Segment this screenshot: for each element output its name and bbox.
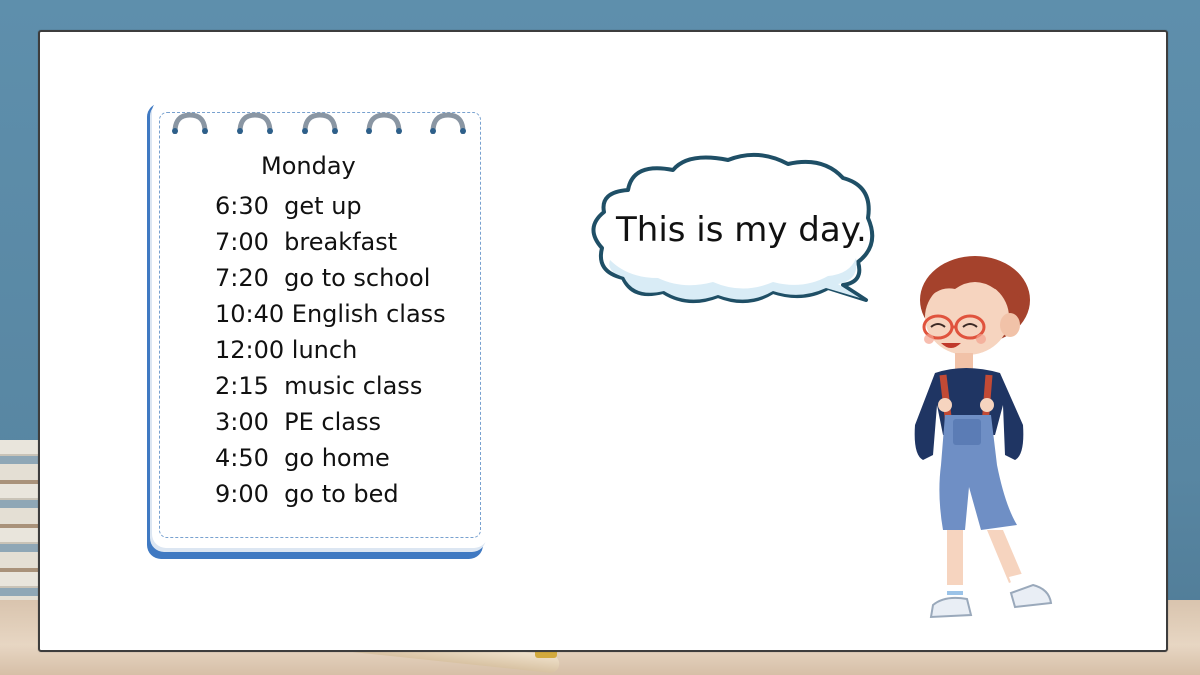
schedule-item: 7:00 breakfast: [215, 228, 398, 256]
schedule-item: 4:50 go home: [215, 444, 390, 472]
schedule-item: 9:00 go to bed: [215, 480, 399, 508]
schedule-title: Monday: [261, 152, 356, 180]
speech-bubble-text: This is my day.: [616, 210, 867, 250]
schedule-item: 6:30 get up: [215, 192, 362, 220]
schedule-list: 6:30 get up 7:00 breakfast 7:20 go to sc…: [215, 188, 446, 512]
boy-illustration: [914, 256, 1053, 619]
schedule-item: 2:15 music class: [215, 372, 423, 400]
schedule-item: 10:40 English class: [215, 300, 446, 328]
binder-ring-icon: [237, 112, 273, 135]
schedule-item: 12:00 lunch: [215, 336, 358, 364]
binder-ring-icon: [172, 112, 208, 135]
schedule-item: 3:00 PE class: [215, 408, 381, 436]
binder-ring-icon: [366, 112, 402, 135]
binder-ring-icon: [302, 112, 338, 135]
binder-ring-icon: [430, 112, 466, 135]
schedule-item: 7:20 go to school: [215, 264, 431, 292]
